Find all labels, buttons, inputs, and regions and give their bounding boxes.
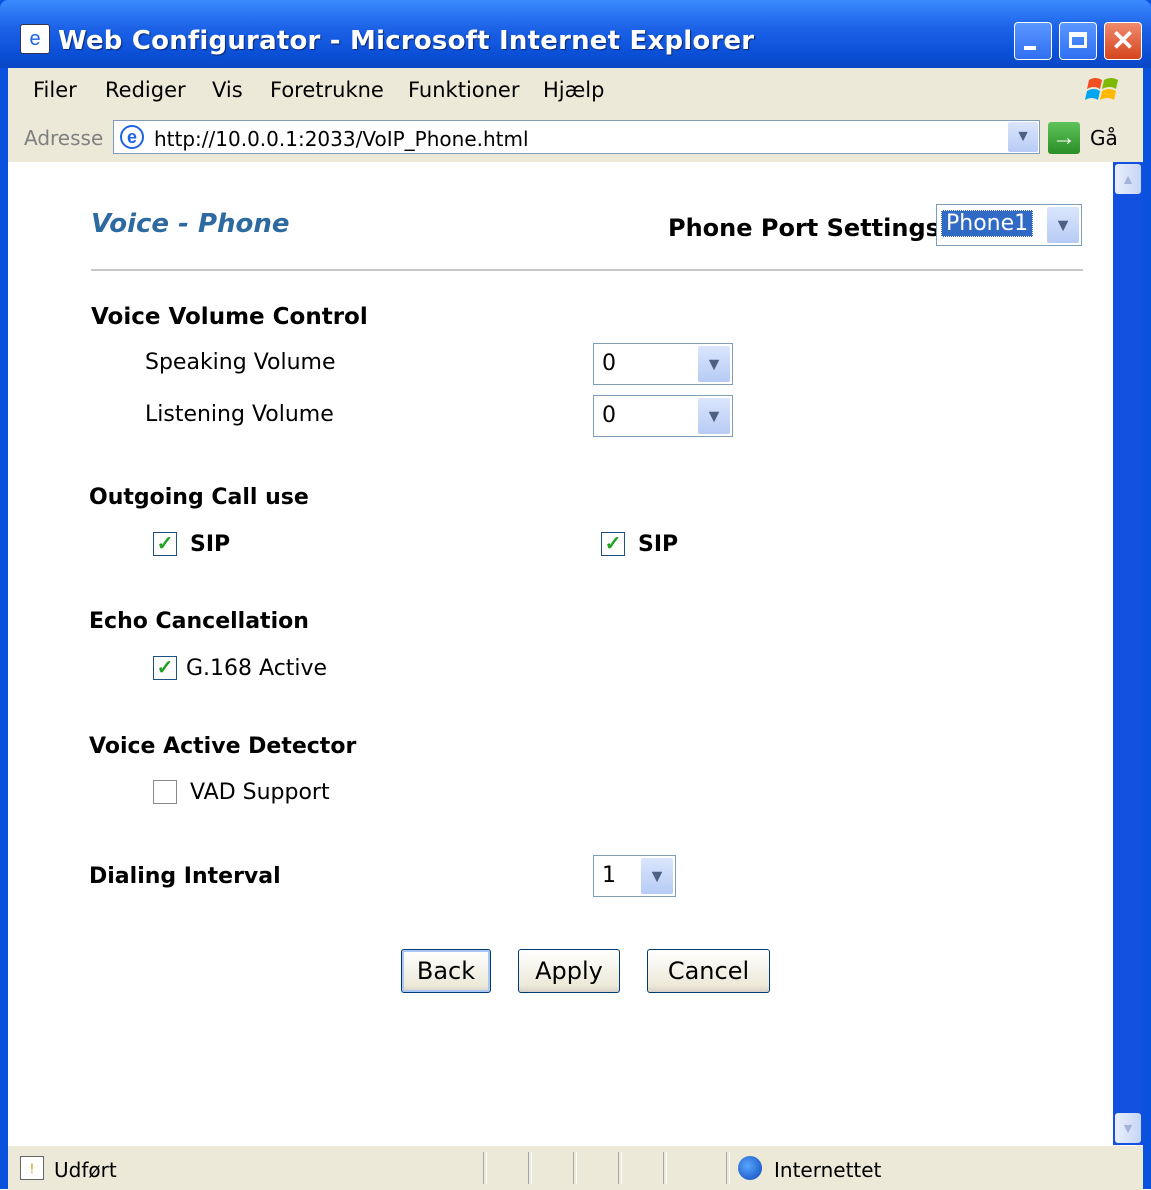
back-button[interactable]: Back: [401, 949, 491, 993]
menu-help[interactable]: Hjælp: [543, 78, 604, 102]
voice-volume-heading: Voice Volume Control: [91, 304, 368, 330]
listening-volume-value: 0: [602, 403, 616, 428]
page-content: Voice - Phone Phone Port Settings: Phone…: [8, 162, 1113, 1145]
vertical-scrollbar[interactable]: ▲ ▼: [1113, 162, 1143, 1145]
phone-port-select[interactable]: Phone1 ▼: [936, 204, 1082, 246]
divider: [91, 269, 1083, 271]
port-settings-label: Phone Port Settings:: [668, 214, 950, 242]
ie-page-icon: e: [20, 24, 50, 54]
chevron-down-icon[interactable]: ▼: [698, 346, 730, 382]
menu-tools[interactable]: Funktioner: [408, 78, 520, 102]
voice-active-detector-heading: Voice Active Detector: [89, 734, 357, 759]
title-bar[interactable]: e Web Configurator - Microsoft Internet …: [0, 0, 1151, 68]
scroll-down-button[interactable]: ▼: [1115, 1113, 1141, 1143]
chevron-down-icon[interactable]: ▼: [698, 398, 730, 434]
status-separator: [573, 1152, 577, 1184]
status-separator: [618, 1152, 622, 1184]
checkmark-icon: ✓: [156, 533, 174, 555]
outgoing-sip-checkbox-1[interactable]: ✓: [153, 532, 177, 556]
arrow-right-icon: →: [1052, 124, 1076, 151]
speaking-volume-value: 0: [602, 351, 616, 376]
windows-logo-icon: [1085, 78, 1118, 100]
minimize-icon: [1024, 46, 1036, 50]
checkmark-icon: ✓: [156, 657, 174, 679]
phone-port-value: Phone1: [941, 210, 1034, 237]
page-done-icon: !: [20, 1156, 44, 1180]
ie-page-icon: e: [120, 125, 144, 149]
scroll-up-button[interactable]: ▲: [1115, 164, 1141, 194]
zone-text: Internettet: [774, 1158, 882, 1182]
status-text: Udført: [54, 1158, 117, 1182]
outgoing-sip-label-2: SIP: [638, 532, 679, 557]
address-dropdown-button[interactable]: ▼: [1008, 122, 1038, 152]
menu-bar: Filer Rediger Vis Foretrukne Funktioner …: [8, 68, 1143, 113]
g168-label: G.168 Active: [186, 656, 328, 681]
speaking-volume-select[interactable]: 0 ▼: [593, 343, 733, 385]
browser-window: e Web Configurator - Microsoft Internet …: [0, 0, 1151, 1190]
listening-volume-select[interactable]: 0 ▼: [593, 395, 733, 437]
echo-cancellation-heading: Echo Cancellation: [89, 609, 309, 634]
address-bar: Adresse e http://10.0.0.1:2033/VoIP_Phon…: [8, 112, 1143, 163]
status-separator: [528, 1152, 532, 1184]
close-icon: ✕: [1111, 25, 1135, 56]
chevron-down-icon: ▼: [1121, 1120, 1135, 1136]
apply-button[interactable]: Apply: [518, 949, 620, 993]
dialing-interval-heading: Dialing Interval: [89, 864, 281, 889]
go-button[interactable]: →: [1048, 122, 1080, 154]
maximize-icon: [1069, 32, 1087, 48]
status-separator: [726, 1152, 730, 1184]
chevron-up-icon: ▲: [1121, 171, 1135, 187]
outgoing-sip-label-1: SIP: [190, 532, 231, 557]
checkmark-icon: ✓: [604, 533, 622, 555]
g168-checkbox[interactable]: ✓: [153, 656, 177, 680]
close-button[interactable]: ✕: [1104, 22, 1142, 60]
menu-file[interactable]: Filer: [33, 78, 77, 102]
cancel-button[interactable]: Cancel: [647, 949, 770, 993]
maximize-button[interactable]: [1059, 22, 1097, 60]
page-title: Voice - Phone: [91, 209, 290, 239]
listening-volume-label: Listening Volume: [145, 402, 334, 427]
menu-view[interactable]: Vis: [212, 78, 243, 102]
go-label[interactable]: Gå: [1090, 126, 1118, 150]
address-url: http://10.0.0.1:2033/VoIP_Phone.html: [154, 127, 529, 151]
menu-edit[interactable]: Rediger: [105, 78, 186, 102]
dialing-interval-select[interactable]: 1 ▼: [593, 855, 676, 897]
speaking-volume-label: Speaking Volume: [145, 350, 336, 375]
address-input[interactable]: e http://10.0.0.1:2033/VoIP_Phone.html ▼: [113, 120, 1040, 154]
chevron-down-icon: ▼: [1015, 128, 1031, 145]
outgoing-call-heading: Outgoing Call use: [89, 485, 309, 510]
vad-label: VAD Support: [190, 780, 330, 805]
menu-favorites[interactable]: Foretrukne: [270, 78, 384, 102]
minimize-button[interactable]: [1014, 22, 1052, 60]
status-bar: ! Udført Internettet: [8, 1145, 1143, 1190]
outgoing-sip-checkbox-2[interactable]: ✓: [601, 532, 625, 556]
internet-zone-icon: [738, 1156, 762, 1180]
chevron-down-icon[interactable]: ▼: [641, 858, 673, 894]
status-separator: [483, 1152, 487, 1184]
address-label: Adresse: [24, 126, 104, 150]
status-separator: [663, 1152, 667, 1184]
chevron-down-icon[interactable]: ▼: [1047, 207, 1079, 243]
dialing-interval-value: 1: [602, 863, 616, 888]
window-title: Web Configurator - Microsoft Internet Ex…: [58, 26, 755, 56]
vad-checkbox[interactable]: [153, 780, 177, 804]
